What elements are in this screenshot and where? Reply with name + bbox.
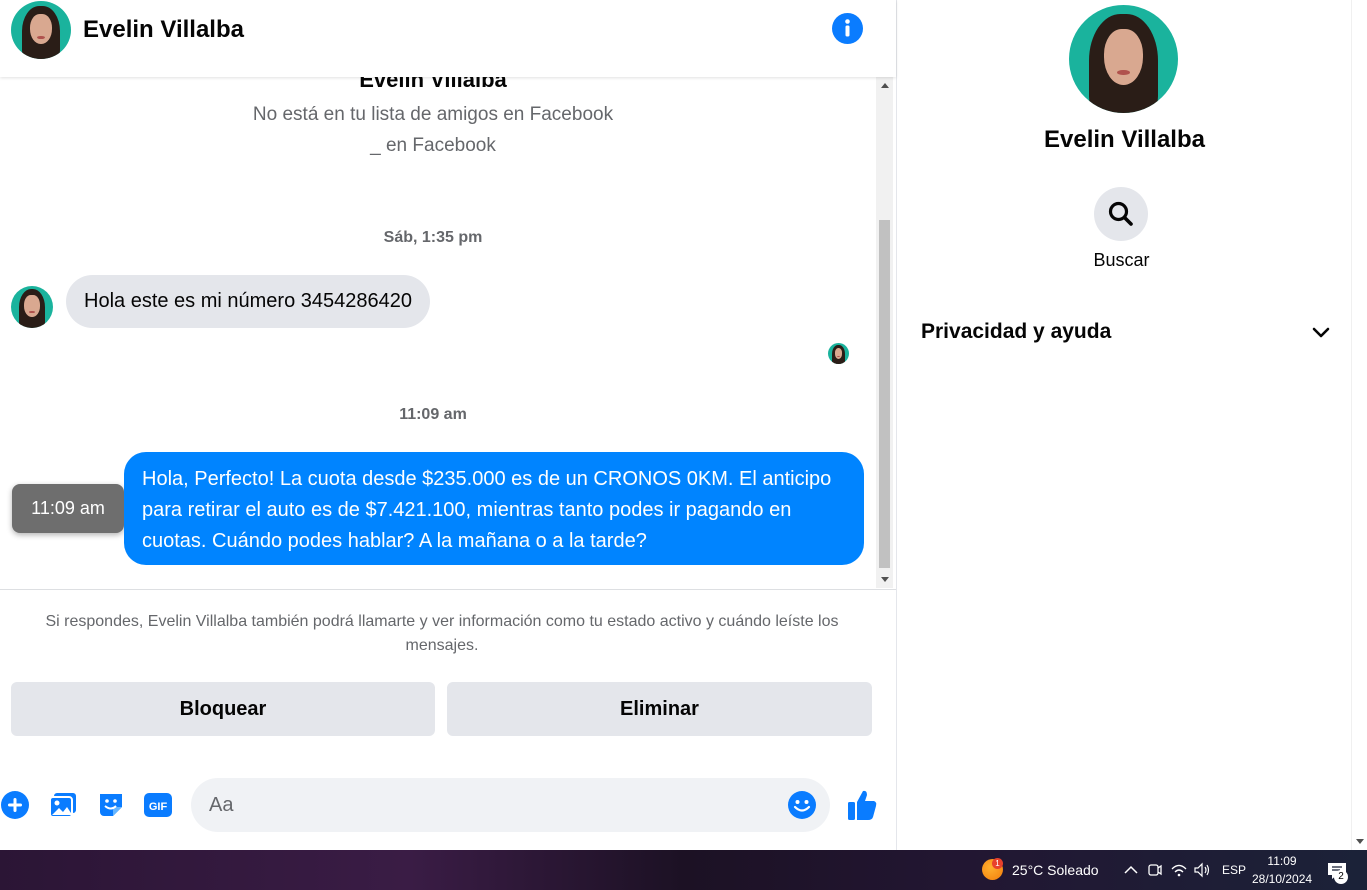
sticker-icon[interactable]	[96, 790, 126, 820]
chevron-down-icon[interactable]	[1311, 323, 1331, 343]
profile-avatar[interactable]	[1069, 5, 1178, 113]
contact-name[interactable]: Evelin Villalba	[83, 16, 244, 44]
profile-name[interactable]: Evelin Villalba	[897, 126, 1352, 154]
divider	[0, 589, 896, 590]
message-input-box[interactable]	[191, 778, 830, 832]
reply-privacy-notice: Si respondes, Evelin Villalba también po…	[45, 613, 839, 654]
weather-badge: 1	[992, 858, 1003, 869]
message-time-tooltip: 11:09 am	[12, 484, 124, 533]
gif-label: GIF	[149, 801, 168, 813]
message-input[interactable]	[209, 778, 779, 832]
search-icon	[1108, 201, 1133, 226]
message-sender-avatar[interactable]	[11, 286, 53, 328]
intro-friend-status: No está en tu lista de amigos en Faceboo…	[252, 104, 614, 125]
plus-icon[interactable]	[0, 790, 30, 820]
privacy-help-label[interactable]: Privacidad y ayuda	[921, 320, 1111, 344]
search-label[interactable]: Buscar	[897, 250, 1346, 271]
intro-name: Evelin Villalba	[359, 77, 507, 92]
message-list: Evelin Villalba No está en tu lista de a…	[0, 77, 876, 589]
emoji-icon[interactable]	[787, 790, 817, 820]
chat-header: Evelin Villalba	[0, 0, 896, 77]
photo-icon[interactable]	[48, 790, 78, 820]
wifi-icon[interactable]	[1169, 860, 1189, 880]
contact-avatar[interactable]	[11, 1, 71, 59]
block-button[interactable]: Bloquear	[11, 682, 435, 736]
clock-date[interactable]: 28/10/2024	[1252, 872, 1312, 886]
intro-facebook-line: _ en Facebook	[370, 135, 496, 156]
conversation-info-panel: Evelin Villalba Buscar Privacidad y ayud…	[896, 0, 1351, 850]
message-scrollbar[interactable]	[876, 77, 893, 588]
message-timestamp: 11:09 am	[399, 406, 467, 423]
message-timestamp: Sáb, 1:35 pm	[383, 229, 483, 246]
meet-icon[interactable]	[1145, 860, 1165, 880]
clock-time[interactable]: 11:09	[1252, 854, 1312, 868]
taskbar: 1 25°C Soleado ESP 11:09 28/10/2024 2	[0, 850, 1367, 890]
page-scrollbar[interactable]	[1351, 0, 1367, 850]
privacy-help-section[interactable]: Privacidad y ayuda	[921, 316, 1331, 350]
info-icon[interactable]	[832, 13, 863, 44]
seen-indicator-avatar	[828, 343, 849, 364]
scroll-down-arrow-icon[interactable]	[881, 577, 889, 582]
notification-count-badge: 2	[1334, 870, 1348, 884]
scroll-up-arrow-icon[interactable]	[881, 83, 889, 88]
search-button[interactable]	[1094, 187, 1148, 241]
thumbs-up-icon[interactable]	[846, 788, 878, 822]
chat-panel: Evelin Villalba Evelin Villalba No está …	[0, 0, 896, 850]
scroll-thumb[interactable]	[879, 220, 890, 568]
delete-button[interactable]: Eliminar	[447, 682, 872, 736]
outgoing-message-bubble[interactable]: Hola, Perfecto! La cuota desde $235.000 …	[124, 452, 864, 565]
weather-text[interactable]: 25°C Soleado	[1012, 862, 1099, 878]
incoming-message-bubble[interactable]: Hola este es mi número 3454286420	[66, 275, 430, 328]
language-indicator[interactable]: ESP	[1222, 863, 1246, 877]
gif-icon[interactable]: GIF	[143, 790, 173, 820]
chevron-up-icon[interactable]	[1121, 860, 1141, 880]
scroll-down-arrow-icon[interactable]	[1356, 839, 1364, 844]
volume-icon[interactable]	[1192, 860, 1212, 880]
